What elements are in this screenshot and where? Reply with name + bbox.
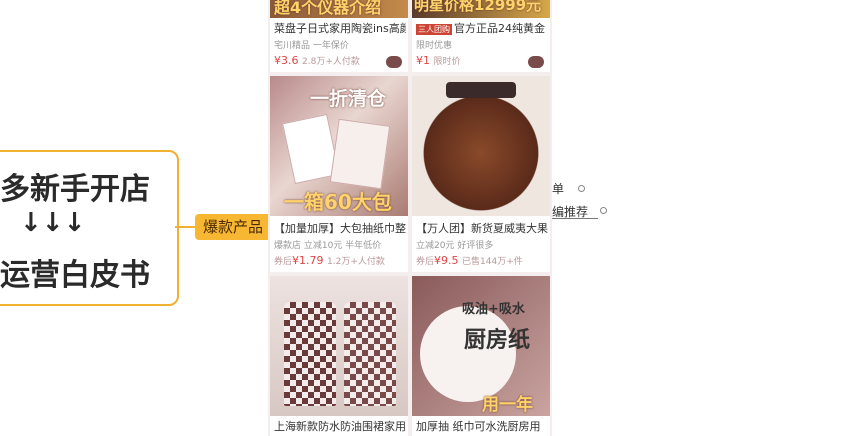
product-card[interactable]: 上海新款防水防油围裙家用 (270, 276, 408, 436)
product-image (412, 76, 550, 216)
mindmap-center-node[interactable]: 多新手开店 ↓↓↓ 运营白皮书 (0, 150, 179, 306)
product-sub: 限时优惠 (416, 41, 453, 51)
product-title: 【万人团】新货夏威夷大果 (416, 222, 548, 235)
product-title: 上海新款防水防油围裙家用 (274, 420, 406, 433)
center-title-line1: 多新手开店 (0, 172, 150, 207)
product-price: 券后¥9.5 已售144万+件 (416, 254, 523, 267)
product-title: 菜盘子日式家用陶瓷ins高颜 (274, 22, 406, 35)
branch-underline (552, 218, 598, 219)
product-sub: 宅川精品 一年保价 (274, 41, 349, 51)
product-price: ¥1 限时价 (416, 54, 461, 67)
product-card[interactable]: 明星价格12999元 三人团购 官方正品24纯黄金 限时优惠 ¥1 限时价 (412, 0, 550, 72)
product-card[interactable]: 吸油+吸水 厨房纸 用一年 加厚抽 纸巾可水洗厨房用 (412, 276, 550, 436)
product-sub: 爆款店 立减10元 半年低价 (274, 241, 382, 251)
overlay-bottom-text: 用一年 (482, 395, 533, 415)
product-feed[interactable]: 超4个仪器介绍 菜盘子日式家用陶瓷ins高颜 宅川精品 一年保价 ¥3.6 2.… (268, 0, 552, 436)
product-price: ¥3.6 2.8万+人付款 (274, 54, 360, 67)
product-image (270, 276, 408, 416)
product-title: 加厚抽 纸巾可水洗厨房用 (416, 420, 541, 433)
branch-node-hot-products[interactable]: 爆款产品 (195, 214, 275, 240)
expand-dot-icon[interactable] (600, 207, 607, 214)
overlay-top-text: 一折清仓 (310, 88, 387, 110)
add-cart-icon[interactable] (386, 56, 402, 68)
product-card[interactable]: 超4个仪器介绍 菜盘子日式家用陶瓷ins高颜 宅川精品 一年保价 ¥3.6 2.… (270, 0, 408, 72)
product-sub: 立减20元 好评很多 (416, 241, 494, 251)
product-title: 【加量加厚】大包抽纸巾整 (274, 222, 406, 235)
product-card[interactable]: 一折清仓 一箱60大包 【加量加厚】大包抽纸巾整 爆款店 立减10元 半年低价 … (270, 76, 408, 272)
right-branch-item-1[interactable]: 单 (552, 180, 564, 197)
product-card[interactable]: 【万人团】新货夏威夷大果 立减20元 好评很多 券后¥9.5 已售144万+件 (412, 76, 550, 272)
product-title: 三人团购 官方正品24纯黄金 (416, 22, 545, 35)
connector-line (175, 226, 197, 228)
overlay-top-text: 吸油+吸水 (462, 302, 525, 317)
overlay-mid-text: 厨房纸 (464, 328, 531, 353)
product-price: 券后¥1.79 1.2万+人付款 (274, 254, 385, 267)
add-cart-icon[interactable] (528, 56, 544, 68)
banner-text: 明星价格12999元 (414, 0, 542, 14)
expand-dot-icon[interactable] (578, 185, 585, 192)
banner-text: 超4个仪器介绍 (274, 0, 382, 17)
center-arrows: ↓↓↓ (20, 208, 86, 238)
overlay-bottom-text: 一箱60大包 (284, 190, 392, 214)
center-title-line2: 运营白皮书 (0, 258, 150, 293)
